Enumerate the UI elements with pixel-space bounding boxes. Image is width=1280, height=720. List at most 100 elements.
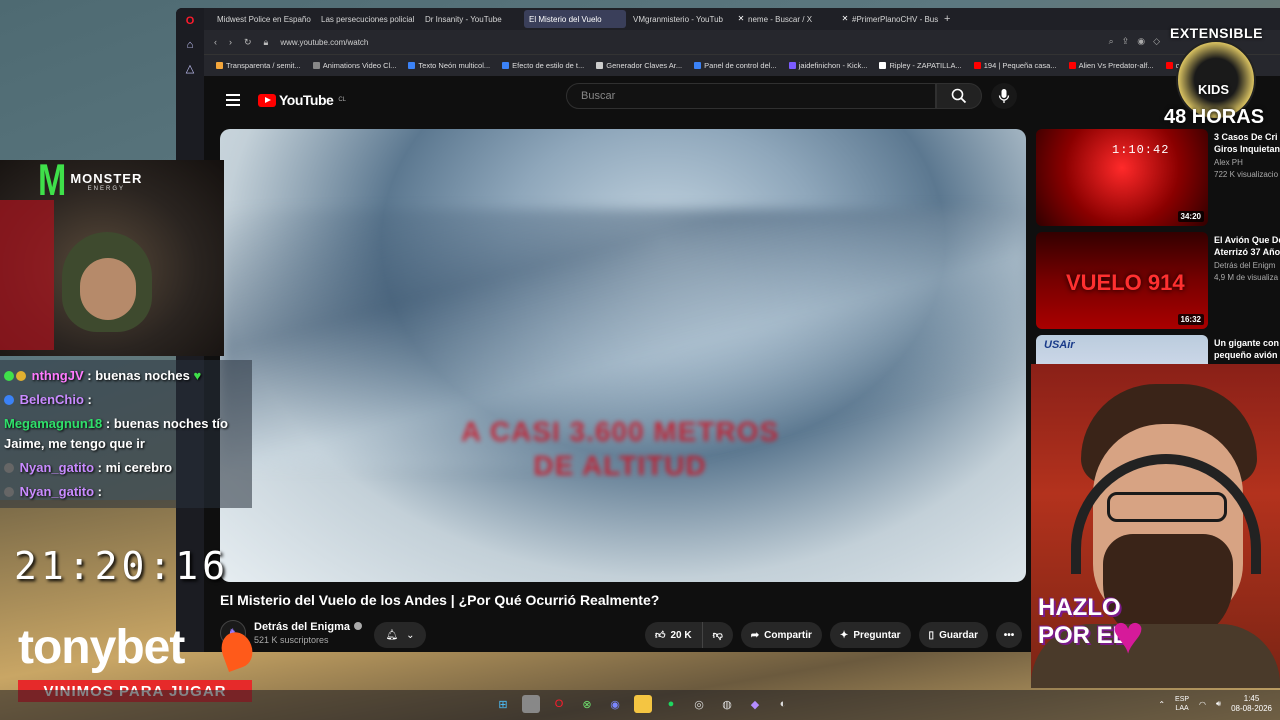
ask-button[interactable]: ✦ Preguntar: [829, 622, 911, 648]
zoom-icon[interactable]: ⌕: [1109, 36, 1114, 47]
search-button[interactable]: [936, 83, 982, 109]
back-arrow-icon[interactable]: ‹: [214, 37, 217, 47]
bookmark-home-icon[interactable]: △: [183, 62, 197, 76]
recommendation-title: 3 Casos De Cri: [1214, 132, 1278, 142]
bookmark-item[interactable]: Animations Video Cl...: [312, 61, 396, 70]
bookmark-favicon-icon: [216, 62, 223, 69]
recommendations-list: 1:10:42 34:20 3 Casos De Cri Giros Inqui…: [1036, 129, 1280, 372]
spotify-icon[interactable]: ●: [662, 695, 680, 713]
tab-3-active[interactable]: El Misterio del Vuelo: [204, 10, 626, 84]
new-tab-button[interactable]: +: [940, 13, 950, 25]
dislike-button[interactable]: 👎︎: [702, 622, 733, 648]
tab-2[interactable]: Dr Insanity - YouTube: [204, 10, 522, 84]
chat-message: nthngJV : buenas noches ♥: [4, 364, 248, 388]
reload-icon[interactable]: ↻: [244, 37, 252, 48]
recommendation-title: El Avión Que De: [1214, 235, 1280, 245]
chat-badge-icon: [4, 371, 14, 381]
wifi-icon[interactable]: ◠: [1199, 700, 1206, 709]
recommendation-item[interactable]: VUELO 914 16:32 El Avión Que De Aterrizó…: [1036, 232, 1280, 332]
bookmark-item[interactable]: jaidefinichon - Kick...: [788, 61, 867, 70]
search-input[interactable]: Buscar: [566, 83, 936, 109]
monster-brand: MONSTER: [70, 171, 143, 186]
thumbnail-text: USAir: [1044, 339, 1075, 351]
save-button[interactable]: ▯ Guardar: [918, 622, 988, 648]
share-button[interactable]: ➦ Compartir: [740, 622, 822, 648]
video-title: El Misterio del Vuelo de los Andes | ¿Po…: [220, 592, 660, 608]
volume-icon[interactable]: 🔊︎: [1216, 699, 1221, 709]
camera-icon[interactable]: ◉: [1137, 36, 1145, 47]
tab-6[interactable]: ✕#PrimerPlanoCHV - Buscar: [836, 10, 938, 28]
bookmark-item[interactable]: Texto Neón multicol...: [408, 61, 490, 70]
tab-4[interactable]: VMgranmisterio - YouTub: [204, 10, 730, 84]
steam-icon[interactable]: ◐: [774, 695, 792, 713]
share-label: Compartir: [764, 629, 812, 641]
region-code: CL: [338, 97, 346, 103]
youtube-logo[interactable]: YouTube CL: [258, 92, 346, 108]
bookmark-favicon-icon: [502, 62, 510, 69]
chat-username: Nyan_gatito: [19, 484, 95, 499]
tab-0[interactable]: Midwest Police en Españo: [204, 10, 314, 84]
shield-icon[interactable]: ◇: [1153, 36, 1160, 47]
bookmark-item[interactable]: Efecto de estilo de t...: [502, 61, 584, 70]
url-field[interactable]: www.youtube.com/watch: [280, 38, 368, 47]
bookmark-item[interactable]: Panel de control del...: [694, 61, 777, 70]
bookmark-favicon-icon: [596, 62, 604, 69]
tab-label: Las persecuciones policial: [321, 14, 415, 24]
windows-start-icon[interactable]: ⊞: [494, 695, 512, 713]
opera-logo-icon[interactable]: O: [183, 14, 197, 28]
kids-48h-event-badge: EXTENSIBLE KIDS 48 HORAS: [1164, 22, 1268, 132]
stream-chat: nthngJV : buenas noches ♥ BelenChio : Me…: [0, 360, 252, 508]
x-favicon-icon: ✕: [841, 14, 849, 23]
video-thumbnail: 1:10:42 34:20: [1036, 129, 1208, 226]
bookmark-label: Efecto de estilo de t...: [512, 61, 585, 70]
more-actions-button[interactable]: •••: [995, 622, 1022, 648]
bookmark-item[interactable]: Ripley - ZAPATILLA...: [879, 61, 962, 70]
folder-icon[interactable]: [634, 695, 652, 713]
voice-search-button[interactable]: [991, 83, 1017, 109]
channel-name[interactable]: Detrás del Enigma: [254, 621, 362, 633]
opera-browser-icon[interactable]: O: [550, 695, 568, 713]
youtube-header: YouTube CL Buscar: [204, 76, 1280, 126]
share-icon[interactable]: ⇪: [1122, 36, 1130, 47]
recommendation-title-line2: Aterrizó 37 Año: [1214, 247, 1280, 257]
bell-icon: 🔔︎: [385, 629, 399, 641]
bookmark-item[interactable]: 194 | Pequeña casa...: [973, 61, 1057, 70]
bookmark-favicon-icon: [312, 62, 320, 69]
app-icon[interactable]: ◆: [746, 695, 764, 713]
chat-message: Nyan_gatito : mi cerebro: [4, 456, 248, 480]
chat-text: :: [97, 484, 102, 499]
tab-5[interactable]: ✕ neme - Buscar / X: [732, 10, 834, 28]
like-button[interactable]: 👍︎ 20 K: [645, 622, 703, 648]
tray-expand-icon[interactable]: ⌃: [1158, 700, 1165, 709]
recommendation-item[interactable]: 1:10:42 34:20 3 Casos De Cri Giros Inqui…: [1036, 129, 1280, 229]
thumbs-up-icon: 👍︎: [655, 630, 666, 641]
file-explorer-icon[interactable]: [522, 695, 540, 713]
forward-arrow-icon[interactable]: ›: [229, 37, 232, 47]
chat-badge-icon: [4, 395, 14, 405]
xbox-icon[interactable]: ⊗: [578, 695, 596, 713]
notifications-button[interactable]: 🔔︎ ⌄: [374, 622, 426, 648]
taskbar-apps: ⊞ O ⊗ ◉ ● ◎ ◍ ◆ ◐: [494, 695, 792, 713]
bookmark-item[interactable]: Generador Claves Ar...: [596, 61, 682, 70]
bookmark-label: Panel de control del...: [704, 61, 777, 70]
bookmark-favicon-icon: [879, 62, 887, 69]
recommendation-title: Un gigante con: [1214, 338, 1279, 348]
bookmark-item[interactable]: Transparenta / semit...: [216, 61, 301, 70]
system-clock[interactable]: 1:45 08-08-2026: [1231, 694, 1272, 714]
bookmark-item[interactable]: Alien Vs Predator-alf...: [1068, 61, 1154, 70]
chrome-icon[interactable]: ◍: [718, 695, 736, 713]
discord-icon[interactable]: ◉: [606, 695, 624, 713]
verified-icon: [353, 622, 362, 630]
menu-icon[interactable]: [226, 94, 240, 106]
home-icon[interactable]: ⌂: [183, 38, 197, 52]
language-indicator[interactable]: ESP LAA: [1175, 695, 1189, 713]
tab-1[interactable]: Las persecuciones policial: [204, 10, 418, 84]
recommendation-channel: Alex PH: [1214, 158, 1243, 167]
video-player[interactable]: A CASI 3.600 METROS DE ALTITUD: [220, 129, 1026, 582]
thumbnail-text: VUELO 914: [1066, 270, 1185, 295]
obs-icon[interactable]: ◎: [690, 695, 708, 713]
event-bottom-text: 48 HORAS: [1164, 106, 1265, 128]
monster-sub: ENERGY: [87, 186, 125, 192]
save-label: Guardar: [939, 629, 978, 641]
chat-username: BelenChio: [19, 392, 84, 407]
